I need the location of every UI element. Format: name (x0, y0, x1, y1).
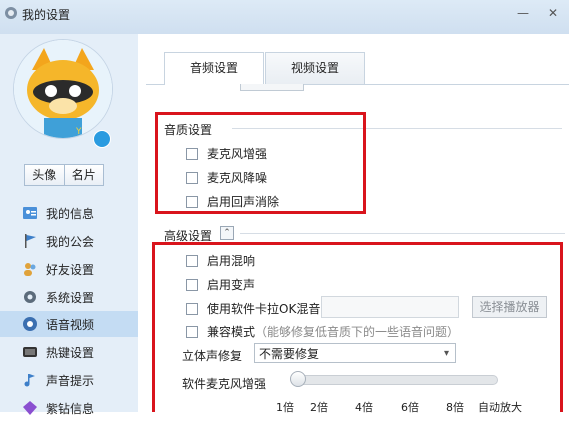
sidebar-item-my-guild[interactable]: 我的公会 (0, 228, 138, 254)
tab-audio-settings[interactable]: 音频设置 (164, 52, 264, 85)
sidebar-item-hotkey[interactable]: 热键设置 (0, 339, 138, 365)
sidebar-item-label: 好友设置 (46, 262, 95, 277)
app-logo-icon (5, 7, 17, 19)
highlight-box-advanced (152, 242, 563, 412)
sidebar-item-purple-diamond[interactable]: 紫钻信息 (0, 395, 138, 421)
voice-video-icon (23, 317, 37, 331)
scroll-indicator[interactable] (240, 84, 304, 91)
tab-video-settings[interactable]: 视频设置 (265, 52, 365, 84)
divider (240, 233, 565, 234)
sidebar-item-label: 声音提示 (46, 373, 95, 388)
sidebar-item-label: 热键设置 (46, 345, 95, 360)
sidebar-item-label: 我的信息 (46, 206, 95, 221)
raccoon-avatar-icon: Y (14, 40, 112, 138)
sound-note-icon (24, 374, 35, 387)
sidebar-item-label: 语音视频 (46, 317, 95, 332)
sidebar-item-system[interactable]: 系统设置 (0, 284, 138, 310)
purple-diamond-icon (23, 401, 37, 415)
title-bar: 我的设置 — ✕ (0, 0, 569, 34)
avatar-button[interactable]: 头像 (24, 164, 65, 186)
avatar-card-buttons: 头像 名片 (24, 164, 104, 186)
highlight-box-audio-quality (155, 112, 366, 214)
guild-flag-icon (25, 234, 36, 248)
twitter-bird-icon (93, 130, 111, 148)
minimize-button[interactable]: — (515, 6, 531, 20)
user-info-icon (23, 207, 37, 219)
sidebar-item-label: 紫钻信息 (46, 401, 95, 416)
close-button[interactable]: ✕ (545, 6, 561, 20)
avatar[interactable]: Y (14, 40, 112, 138)
sidebar-item-voice-video[interactable]: 语音视频 (0, 311, 138, 337)
collapse-toggle-icon[interactable]: ⌃ (220, 226, 234, 240)
sidebar-item-my-info[interactable]: 我的信息 (0, 200, 138, 226)
sidebar-item-label: 系统设置 (46, 290, 95, 305)
window-title: 我的设置 (22, 8, 71, 22)
sidebar-item-sound[interactable]: 声音提示 (0, 367, 138, 393)
card-button[interactable]: 名片 (64, 164, 104, 186)
sidebar-item-friends[interactable]: 好友设置 (0, 256, 138, 282)
gear-icon (24, 291, 36, 303)
sidebar-item-label: 我的公会 (46, 234, 95, 249)
hotkey-icon (23, 347, 37, 357)
friends-icon (24, 263, 36, 276)
